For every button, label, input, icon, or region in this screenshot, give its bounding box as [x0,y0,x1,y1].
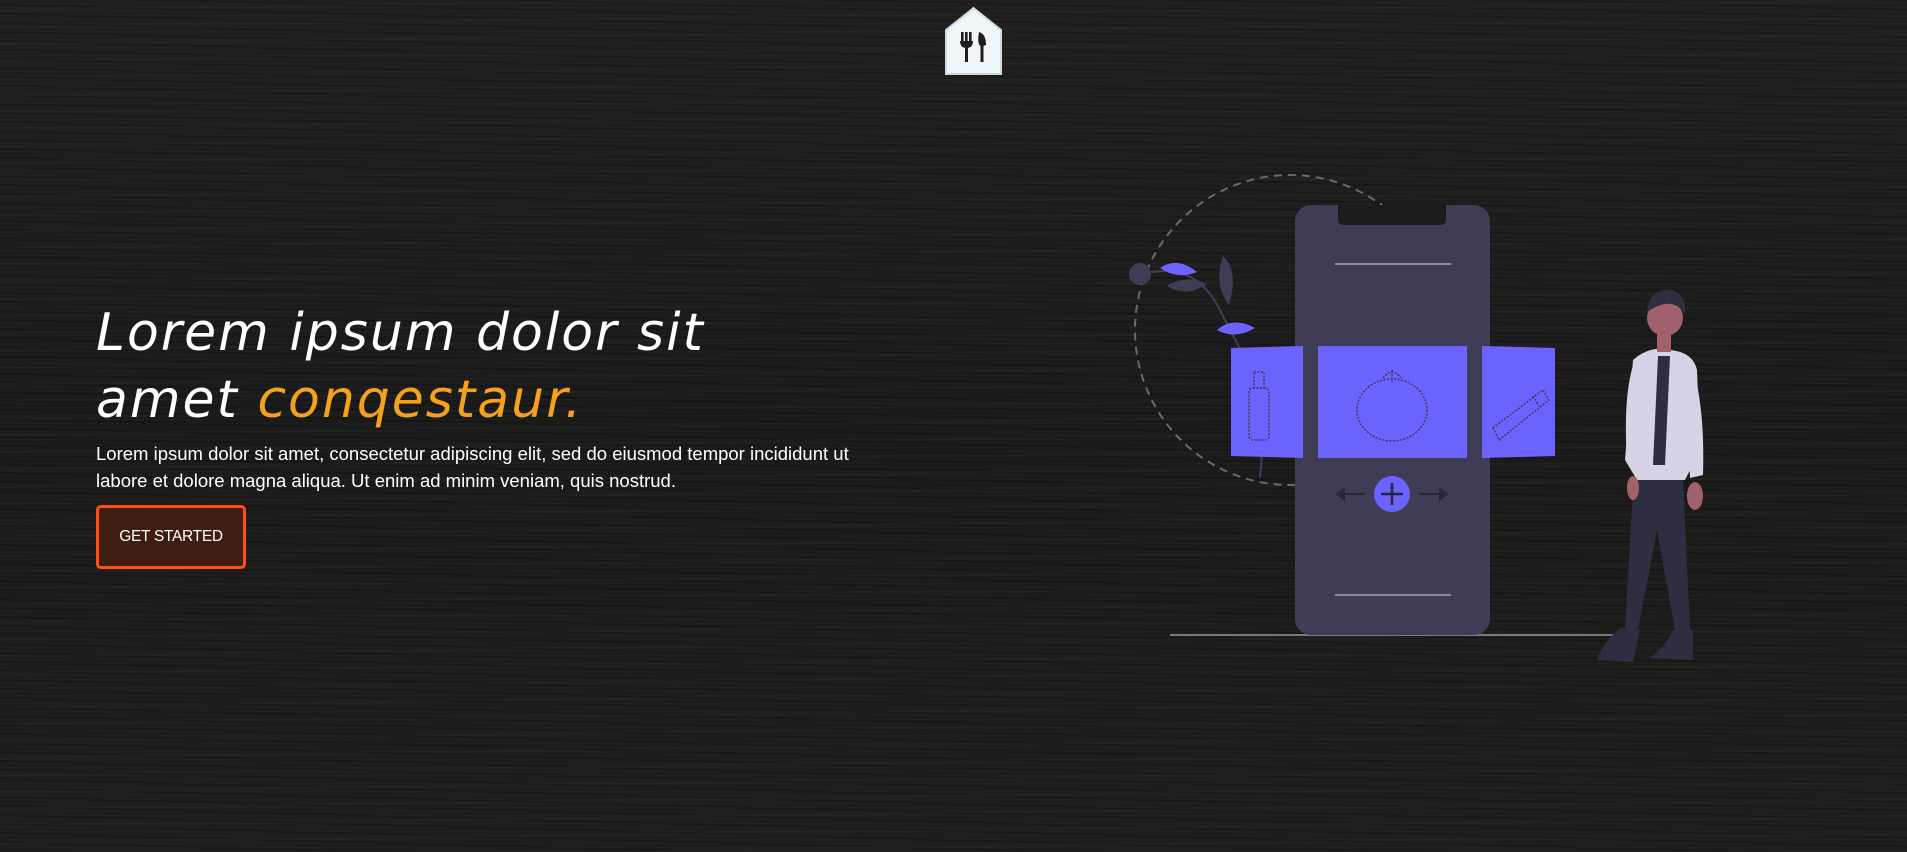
hero-section: Lorem ipsum dolor sit amet conqestaur. L… [96,300,876,569]
headline-line2-prefix: amet [96,370,239,430]
hero-description: Lorem ipsum dolor sit amet, consectetur … [96,443,849,491]
logo[interactable] [943,6,1004,76]
person [1597,289,1704,662]
hero-headline: Lorem ipsum dolor sit amet conqestaur. [96,300,876,434]
headline-line1: Lorem ipsum dolor sit [96,303,705,363]
bottle-card [1231,346,1303,458]
fork-knife-house-icon [945,6,1002,75]
tomato-card [1318,346,1467,458]
headline-accent: conqestaur. [257,370,584,430]
person-with-phone-food-menu-illustration [1129,174,1704,662]
get-started-button[interactable]: GET STARTED [96,505,246,569]
hero-illustration [1125,160,1765,700]
carrot-card [1482,346,1555,458]
